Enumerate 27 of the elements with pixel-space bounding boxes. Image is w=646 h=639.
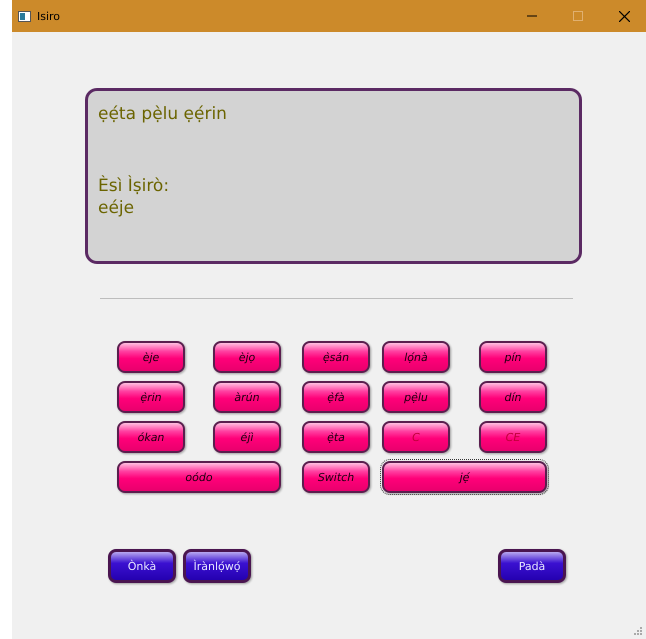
window-title: Isiro	[37, 10, 62, 22]
result-label: Èsì Ìṣirò:	[98, 175, 170, 197]
keypad-button[interactable]: ẹ̀fà	[302, 381, 370, 413]
resize-grip-icon[interactable]	[634, 627, 642, 635]
keypad-button[interactable]: ẹ̀sán	[302, 341, 370, 373]
app-icon	[18, 10, 31, 22]
close-icon	[618, 10, 630, 22]
keypad-button[interactable]: jẹ́	[382, 461, 547, 493]
keypad-button[interactable]: ẹ̀ta	[302, 421, 370, 453]
keypad-button[interactable]: dín	[479, 381, 547, 413]
keypad-button[interactable]: lọ́nà	[382, 341, 450, 373]
nav-button[interactable]: Ònkà	[108, 549, 176, 583]
keypad-button[interactable]: oódo	[117, 461, 281, 493]
keypad-button[interactable]: pẹ̀lu	[382, 381, 450, 413]
keypad-button[interactable]: ẹ̀rin	[117, 381, 185, 413]
keypad-button[interactable]: ókan	[117, 421, 185, 453]
result-text: eéje	[98, 197, 136, 219]
nav-button[interactable]: Padà	[498, 549, 566, 583]
keypad-button[interactable]: àrún	[213, 381, 281, 413]
keypad-button[interactable]: Switch	[302, 461, 370, 493]
keypad-button[interactable]: pín	[479, 341, 547, 373]
keypad-button[interactable]: èjọ	[213, 341, 281, 373]
expression-text: ẹẹ́ta pẹ̀lu ẹẹ́rin	[98, 103, 228, 125]
keypad-button[interactable]: èje	[117, 341, 185, 373]
maximize-icon	[573, 11, 583, 21]
keypad-button[interactable]: éjì	[213, 421, 281, 453]
nav-button[interactable]: Ìrànlọ́wọ́	[183, 549, 251, 583]
